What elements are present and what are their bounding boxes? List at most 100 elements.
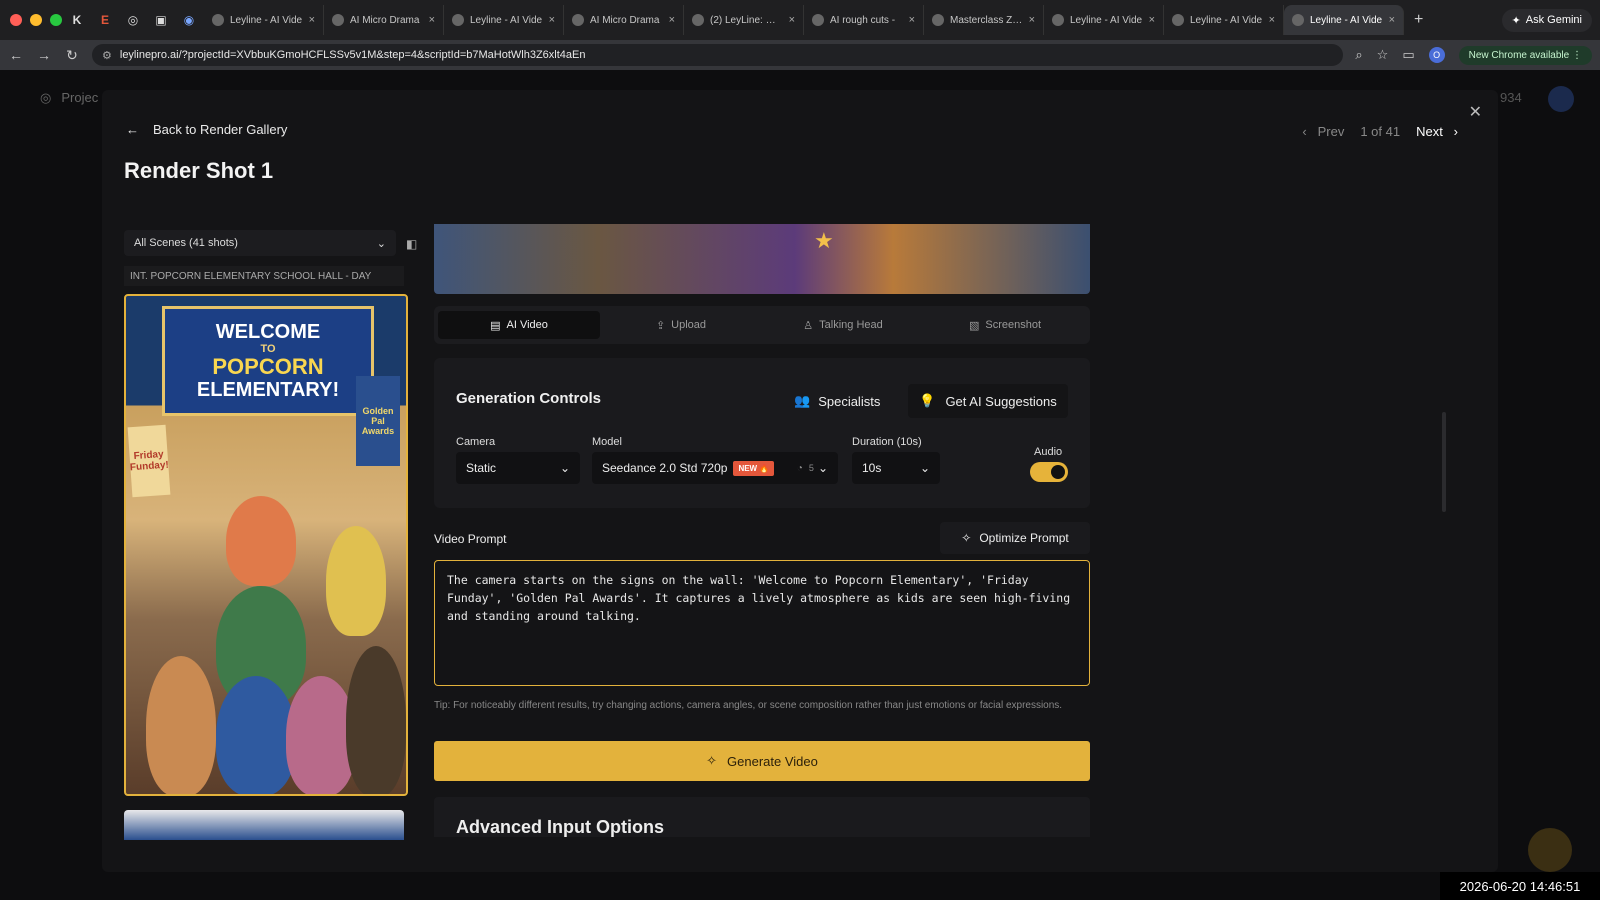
browser-tab[interactable]: (2) LeyLine: Con ×: [684, 5, 804, 35]
user-avatar[interactable]: [1548, 86, 1574, 112]
pinned-tab-app-icon[interactable]: ▣: [150, 9, 172, 31]
pinned-tab-e-icon[interactable]: E: [94, 9, 116, 31]
collapse-panel-icon[interactable]: ◧: [406, 237, 417, 251]
browser-tab[interactable]: Leyline - AI Vide ×: [1164, 5, 1284, 35]
profile-avatar[interactable]: O: [1428, 47, 1445, 63]
thumbnail-kid: [146, 656, 216, 794]
chevron-down-icon: ⌄: [559, 461, 570, 475]
image-icon: ▧: [968, 319, 980, 332]
audio-toggle[interactable]: [1030, 462, 1068, 482]
close-window-icon[interactable]: [10, 14, 22, 26]
specialists-button[interactable]: 👥 Specialists: [794, 386, 880, 416]
tab-screenshot[interactable]: ▧ Screenshot: [924, 311, 1086, 339]
cast-icon[interactable]: ▭: [1402, 47, 1414, 63]
audio-label: Audio: [1034, 446, 1063, 458]
modal-scrollbar[interactable]: [1442, 412, 1446, 512]
tab-favicon-icon: [572, 14, 584, 26]
next-button[interactable]: Next ›: [1416, 124, 1458, 139]
advanced-input-options-title: Advanced Input Options: [434, 797, 1090, 837]
site-settings-icon[interactable]: ⚙: [102, 49, 112, 62]
get-ai-suggestions-button[interactable]: 💡 Get AI Suggestions: [908, 384, 1068, 418]
close-icon[interactable]: ✕: [1469, 102, 1482, 122]
duration-select[interactable]: 10s ⌄: [852, 452, 940, 484]
duration-value: 10s: [862, 461, 882, 475]
banner-line-4: ELEMENTARY!: [196, 379, 340, 402]
banner-line-3: POPCORN: [212, 353, 324, 379]
pinned-tab-circle-icon[interactable]: ◉: [178, 9, 200, 31]
tab-talking-head[interactable]: ♙ Talking Head: [762, 311, 924, 339]
scene-filter-select[interactable]: All Scenes (41 shots) ⌄: [124, 230, 396, 256]
chevron-down-icon: ⌄: [919, 461, 930, 475]
new-chrome-available-button[interactable]: New Chrome available ⋮: [1458, 45, 1592, 65]
tab-title: Leyline - AI Vide: [230, 14, 303, 26]
mode-label: AI Video: [506, 319, 548, 331]
tab-favicon-icon: [212, 14, 224, 26]
ask-gemini-button[interactable]: ✦ Ask Gemini: [1501, 8, 1592, 32]
tab-close-icon[interactable]: ×: [669, 14, 675, 26]
model-label: Model: [592, 436, 622, 448]
browser-tab[interactable]: Leyline - AI Vide ×: [1044, 5, 1164, 35]
generate-video-button[interactable]: ✧ Generate Video: [434, 741, 1090, 781]
star-icon: ★: [814, 228, 834, 253]
shot-position: 1 of 41: [1360, 124, 1401, 139]
camera-select[interactable]: Static ⌄: [456, 452, 580, 484]
tab-close-icon[interactable]: ×: [429, 14, 435, 26]
thumbnail-kid: [346, 646, 406, 794]
tab-close-icon[interactable]: ×: [909, 14, 915, 26]
model-select[interactable]: Seedance 2.0 Std 720p NEW 🔥 ◔ 5 ⌄: [592, 452, 838, 484]
tab-close-icon[interactable]: ×: [1029, 14, 1035, 26]
page-title: Render Shot 1: [124, 158, 274, 183]
browser-tab[interactable]: AI rough cuts - ×: [804, 5, 924, 35]
shot-thumbnail-next[interactable]: [124, 810, 404, 840]
browser-tab[interactable]: Leyline - AI Vide ×: [1284, 5, 1404, 35]
mode-label: Upload: [671, 319, 707, 331]
shot-editor: ★ ▤ AI Video ⇪ Upload ♙ Talking Head ▧ Screensh…: [434, 224, 1090, 837]
tab-close-icon[interactable]: ×: [549, 14, 555, 26]
zoom-icon[interactable]: ⌕: [1355, 47, 1362, 63]
minimize-window-icon[interactable]: [30, 14, 42, 26]
url-tools: ⌕ ☆ ▭ O New Chrome available ⋮: [1355, 45, 1592, 65]
browser-tab[interactable]: Masterclass Zoo ×: [924, 5, 1044, 35]
tab-close-icon[interactable]: ×: [1389, 14, 1395, 26]
model-cost-wrap: ◔ 5 ⌄: [797, 461, 828, 475]
video-prompt-textarea[interactable]: The camera starts on the signs on the wa…: [434, 560, 1090, 686]
window-controls: [0, 14, 66, 26]
tab-close-icon[interactable]: ×: [309, 14, 315, 26]
url-field[interactable]: ⚙ leylinepro.ai/?projectId=XVbbuKGmoHCFL…: [92, 44, 1344, 66]
banner-line-1: WELCOME: [215, 320, 321, 343]
tab-close-icon[interactable]: ×: [1269, 14, 1275, 26]
tab-upload[interactable]: ⇪ Upload: [600, 311, 762, 339]
duration-label: Duration (10s): [852, 436, 922, 448]
reload-icon[interactable]: ↻: [64, 47, 80, 64]
prev-button[interactable]: ‹ Prev: [1302, 124, 1344, 139]
shot-thumbnail-selected[interactable]: WELCOME TO POPCORN ELEMENTARY! Friday Fu…: [124, 294, 408, 796]
bookmark-star-icon[interactable]: ☆: [1377, 47, 1389, 63]
tab-ai-video[interactable]: ▤ AI Video: [438, 311, 600, 339]
back-to-gallery-link[interactable]: ← Back to Render Gallery: [126, 122, 287, 137]
browser-tab[interactable]: Leyline - AI Vide ×: [444, 5, 564, 35]
optimize-prompt-button[interactable]: ✧ Optimize Prompt: [940, 522, 1090, 554]
forward-arrow-icon[interactable]: →: [36, 47, 52, 63]
lightbulb-icon: 💡: [919, 393, 936, 408]
new-tab-icon[interactable]: +: [1404, 11, 1433, 29]
browser-tab[interactable]: Leyline - AI Vide ×: [204, 5, 324, 35]
browser-tab[interactable]: AI Micro Drama ×: [324, 5, 444, 35]
tab-favicon-icon: [932, 14, 944, 26]
tab-favicon-icon: [692, 14, 704, 26]
chat-widget-button[interactable]: [1528, 828, 1572, 872]
optimize-prompt-label: Optimize Prompt: [979, 531, 1069, 545]
browser-tab[interactable]: AI Micro Drama ×: [564, 5, 684, 35]
back-arrow-icon[interactable]: ←: [8, 47, 24, 63]
coin-icon: ◔: [796, 462, 803, 474]
thumbnail-sign-left: Friday Funday!: [127, 424, 171, 498]
magic-wand-icon: ✧: [706, 753, 718, 768]
tab-close-icon[interactable]: ×: [789, 14, 795, 26]
video-preview: ★: [434, 224, 1090, 294]
tab-close-icon[interactable]: ×: [1149, 14, 1155, 26]
pinned-tab-k-icon[interactable]: K: [66, 9, 88, 31]
back-label: Back to Render Gallery: [153, 122, 288, 137]
browser-tabs: Leyline - AI Vide × AI Micro Drama × Leyline…: [204, 5, 1404, 35]
model-cost: 5: [808, 463, 814, 473]
maximize-window-icon[interactable]: [50, 14, 62, 26]
pinned-tab-globe-icon[interactable]: ◎: [122, 9, 144, 31]
